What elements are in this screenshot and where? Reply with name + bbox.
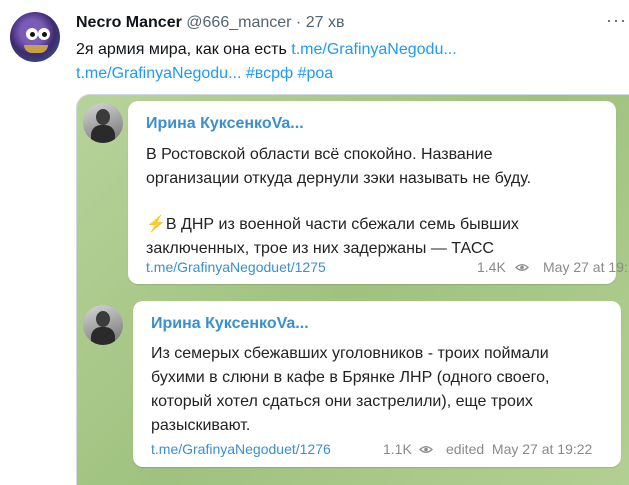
header-separator: · [295,14,302,31]
tweet-text: 2я армия мира, как она есть t.me/Grafiny… [76,38,616,86]
author-name[interactable]: Necro Mancer [76,14,182,31]
message-avatar [83,305,123,345]
eye-icon [419,446,433,453]
message-text: В Ростовской области всё спокойно. Назва… [146,143,531,261]
eye-icon [515,264,529,271]
message-author: Ирина КуксенкоVa... [151,315,309,332]
avatar-eye-left [26,28,38,40]
message-line: разыскивают. [151,417,251,434]
message-line: ⚡В ДНР из военной части сбежали семь быв… [146,213,531,237]
tweet-line-1: 2я армия мира, как она есть t.me/Grafiny… [76,38,616,62]
tweet-media-image[interactable]: Ирина КуксенкоVa... В Ростовской области… [76,94,629,485]
avatar-mouth [24,45,48,53]
message-line-text: В ДНР из военной части сбежали семь бывш… [165,216,519,233]
message-line: бухими в слюни в кафе в Брянке ЛНР (одно… [151,369,550,386]
more-dots-icon[interactable]: ··· [606,10,627,31]
tweet-link-2[interactable]: t.me/GrafinyaNegodu... [76,65,241,82]
tweet-body: 2я армия мира, как она есть [76,41,287,58]
message-line: заключенных, трое из них задержаны — ТАС… [146,240,494,257]
tweet-time[interactable]: 27 хв [306,14,345,31]
view-count: 1.4K [477,259,506,275]
tweet-link-1[interactable]: t.me/GrafinyaNegodu... [291,41,456,58]
message-text: Из семерых сбежавших уголовников - троих… [151,342,549,438]
user-avatar[interactable] [10,12,60,62]
avatar-eye-right [38,28,50,40]
message-avatar [83,103,123,143]
message-time: edited May 27 at 19:22 [446,441,593,457]
tweet-header: Necro Mancer @666_mancer · 27 хв [76,14,344,32]
hashtag-1[interactable]: #всрф [246,65,293,82]
lightning-icon: ⚡ [146,216,166,233]
message-bubble: Ирина КуксенкоVa... Из семерых сбежавших… [133,301,621,467]
author-handle[interactable]: @666_mancer [186,14,291,31]
message-bubble: Ирина КуксенкоVa... В Ростовской области… [128,101,629,284]
message-line: Из семерых сбежавших уголовников - троих… [151,345,549,362]
hashtag-2[interactable]: #роа [298,65,334,82]
message-time: May 27 at 19:19 [543,259,629,275]
message-link: t.me/GrafinyaNegoduet/1276 [151,441,331,457]
message-line: В Ростовской области всё спокойно. Назва… [146,146,493,163]
message-line: который хотел сдаться они застрелили), е… [151,393,533,410]
message-link: t.me/GrafinyaNegoduet/1275 [146,259,326,275]
message-author: Ирина КуксенкоVa... [146,115,304,132]
message-line: организации откуда дернули зэки называть… [146,170,532,187]
view-count: 1.1K [383,441,412,457]
tweet-line-2: t.me/GrafinyaNegodu... #всрф #роа [76,62,616,86]
